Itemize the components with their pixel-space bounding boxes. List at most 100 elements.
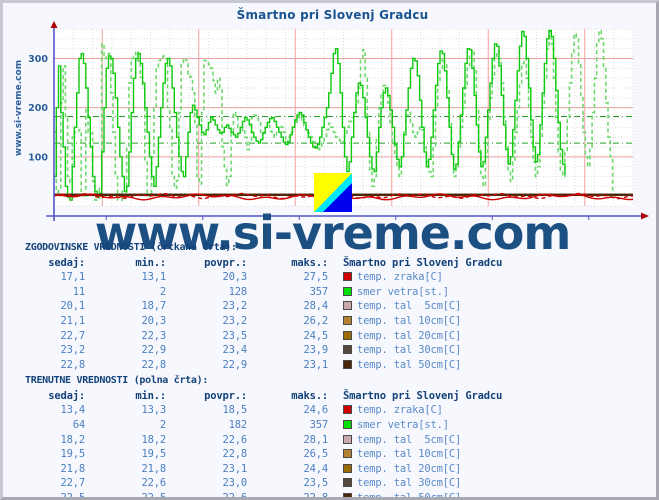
legend-swatch-icon bbox=[343, 478, 352, 488]
legend-swatch-icon bbox=[343, 463, 352, 473]
series-legend-label: temp. tal 20cm[C] bbox=[337, 462, 511, 477]
cell-min: 13,1 bbox=[141, 271, 167, 284]
legend-swatch-icon bbox=[343, 420, 352, 430]
cell-povpr: 22,8 bbox=[222, 448, 248, 461]
legend-swatch-icon bbox=[343, 405, 352, 415]
cell-sedaj: 18,2 bbox=[60, 433, 86, 446]
table-header-row: sedaj: min.: povpr.: maks.: Šmartno pri Slov… bbox=[13, 255, 511, 270]
cell-maks: 27,5 bbox=[303, 271, 329, 284]
table-heading: ZGODOVINSKE VREDNOSTI (črtkana črta): bbox=[25, 242, 237, 253]
cell-sedaj: 17,1 bbox=[60, 271, 86, 284]
legend-text: temp. zraka[C] bbox=[357, 271, 443, 284]
svg-text:100: 100 bbox=[28, 152, 48, 163]
table: sedaj: min.: povpr.: maks.: Šmartno pri Slov… bbox=[13, 388, 511, 500]
cell-povpr: 22,6 bbox=[222, 492, 248, 500]
cell-povpr: 22,9 bbox=[222, 358, 248, 371]
cell-maks: 28,1 bbox=[303, 433, 329, 446]
legend-text: smer vetra[st.] bbox=[357, 285, 449, 298]
svg-text:300: 300 bbox=[28, 54, 48, 65]
cell-min: 2 bbox=[159, 285, 166, 298]
series-legend-label: temp. tal 50cm[C] bbox=[337, 358, 511, 373]
values-table-history: ZGODOVINSKE VREDNOSTI (črtkana črta): sed… bbox=[3, 241, 656, 372]
cell-povpr: 23,1 bbox=[222, 462, 248, 475]
legend-swatch-icon bbox=[343, 286, 352, 296]
series-legend-label: temp. tal 10cm[C] bbox=[337, 447, 511, 462]
column-header: min.: bbox=[135, 389, 166, 402]
cell-sedaj: 20,1 bbox=[60, 300, 86, 313]
legend-text: temp. tal 5cm[C] bbox=[357, 433, 462, 446]
series-legend-label: temp. zraka[C] bbox=[337, 403, 511, 418]
legend-swatch-icon bbox=[343, 272, 352, 282]
table-header-row: sedaj: min.: povpr.: maks.: Šmartno pri Slov… bbox=[13, 388, 511, 403]
column-header: povpr.: bbox=[204, 256, 247, 269]
table-row: 19,5 19,5 22,8 26,5 temp. tal 10cm[C] bbox=[13, 447, 511, 462]
legend-swatch-icon bbox=[343, 493, 352, 497]
legend-text: temp. tal 50cm[C] bbox=[357, 358, 462, 371]
cell-sedaj: 23,2 bbox=[60, 344, 86, 357]
table-row: 22,8 22,8 22,9 23,1 temp. tal 50cm[C] bbox=[13, 358, 511, 373]
legend-swatch-icon bbox=[343, 316, 352, 326]
cell-sedaj: 21,1 bbox=[60, 315, 86, 328]
cell-maks: 26,5 bbox=[303, 448, 329, 461]
legend-text: temp. tal 20cm[C] bbox=[357, 462, 462, 475]
series-legend-label: temp. tal 10cm[C] bbox=[337, 314, 511, 329]
cell-maks: 22,8 bbox=[303, 492, 329, 500]
cell-maks: 357 bbox=[309, 285, 329, 298]
legend-text: temp. tal 30cm[C] bbox=[357, 344, 462, 357]
cell-sedaj: 21,8 bbox=[60, 462, 86, 475]
column-header: maks.: bbox=[291, 256, 328, 269]
cell-min: 22,5 bbox=[141, 492, 167, 500]
table-row: 22,7 22,3 23,5 24,5 temp. tal 20cm[C] bbox=[13, 328, 511, 343]
cell-maks: 24,5 bbox=[303, 329, 329, 342]
legend-text: temp. tal 10cm[C] bbox=[357, 448, 462, 461]
series-legend-label: smer vetra[st.] bbox=[337, 418, 511, 433]
cell-maks: 23,1 bbox=[303, 358, 329, 371]
cell-min: 22,3 bbox=[141, 329, 167, 342]
chart-page: Šmartno pri Slovenj Gradcu www.si-vreme.… bbox=[0, 0, 659, 500]
series-legend-label: temp. tal 5cm[C] bbox=[337, 432, 511, 447]
column-header: maks.: bbox=[291, 389, 328, 402]
page-title: Šmartno pri Slovenj Gradcu bbox=[236, 8, 429, 22]
cell-maks: 28,4 bbox=[303, 300, 329, 313]
legend-text: smer vetra[st.] bbox=[357, 419, 449, 432]
table-row: 18,2 18,2 22,6 28,1 temp. tal 5cm[C] bbox=[13, 432, 511, 447]
cell-sedaj: 13,4 bbox=[60, 404, 86, 417]
cell-min: 21,8 bbox=[141, 462, 167, 475]
legend-swatch-icon bbox=[343, 330, 352, 340]
legend-swatch-icon bbox=[343, 434, 352, 444]
legend-swatch-icon bbox=[343, 449, 352, 459]
table-row: 11 2 128 357 smer vetra[st.] bbox=[13, 285, 511, 300]
table-row: 21,8 21,8 23,1 24,4 temp. tal 20cm[C] bbox=[13, 462, 511, 477]
cell-sedaj: 22,5 bbox=[60, 492, 86, 500]
cell-maks: 24,4 bbox=[303, 462, 329, 475]
column-header: sedaj: bbox=[48, 389, 85, 402]
cell-povpr: 23,2 bbox=[222, 300, 248, 313]
table-row: 13,4 13,3 18,5 24,6 temp. zraka[C] bbox=[13, 403, 511, 418]
legend-swatch-icon bbox=[343, 345, 352, 355]
legend-text: temp. tal 20cm[C] bbox=[357, 329, 462, 342]
cell-maks: 24,6 bbox=[303, 404, 329, 417]
cell-sedaj: 64 bbox=[72, 419, 85, 432]
cell-sedaj: 22,8 bbox=[60, 358, 86, 371]
cell-povpr: 23,0 bbox=[222, 477, 248, 490]
series-legend-label: temp. zraka[C] bbox=[337, 270, 511, 285]
legend-text: temp. tal 30cm[C] bbox=[357, 477, 462, 490]
cell-min: 22,6 bbox=[141, 477, 167, 490]
values-table-current: TRENUTNE VREDNOSTI (polna črta): sedaj: mi… bbox=[3, 374, 656, 500]
series-legend-label: temp. tal 50cm[C] bbox=[337, 491, 511, 497]
table-row: 20,1 18,7 23,2 28,4 temp. tal 5cm[C] bbox=[13, 299, 511, 314]
table-row: 22,5 22,5 22,6 22,8 temp. tal 50cm[C] bbox=[13, 491, 511, 500]
cell-povpr: 23,5 bbox=[222, 329, 248, 342]
cell-povpr: 23,4 bbox=[222, 344, 248, 357]
cell-povpr: 18,5 bbox=[222, 404, 248, 417]
svg-text:200: 200 bbox=[28, 103, 48, 114]
series-legend-label: temp. tal 30cm[C] bbox=[337, 476, 511, 491]
table: sedaj: min.: povpr.: maks.: Šmartno pri Slov… bbox=[13, 255, 511, 372]
table-row: 64 2 182 357 smer vetra[st.] bbox=[13, 418, 511, 433]
cell-min: 22,9 bbox=[141, 344, 167, 357]
cell-maks: 23,9 bbox=[303, 344, 329, 357]
column-header: povpr.: bbox=[204, 389, 247, 402]
cell-min: 18,7 bbox=[141, 300, 167, 313]
cell-sedaj: 22,7 bbox=[60, 329, 86, 342]
series-legend-label: temp. tal 5cm[C] bbox=[337, 299, 511, 314]
